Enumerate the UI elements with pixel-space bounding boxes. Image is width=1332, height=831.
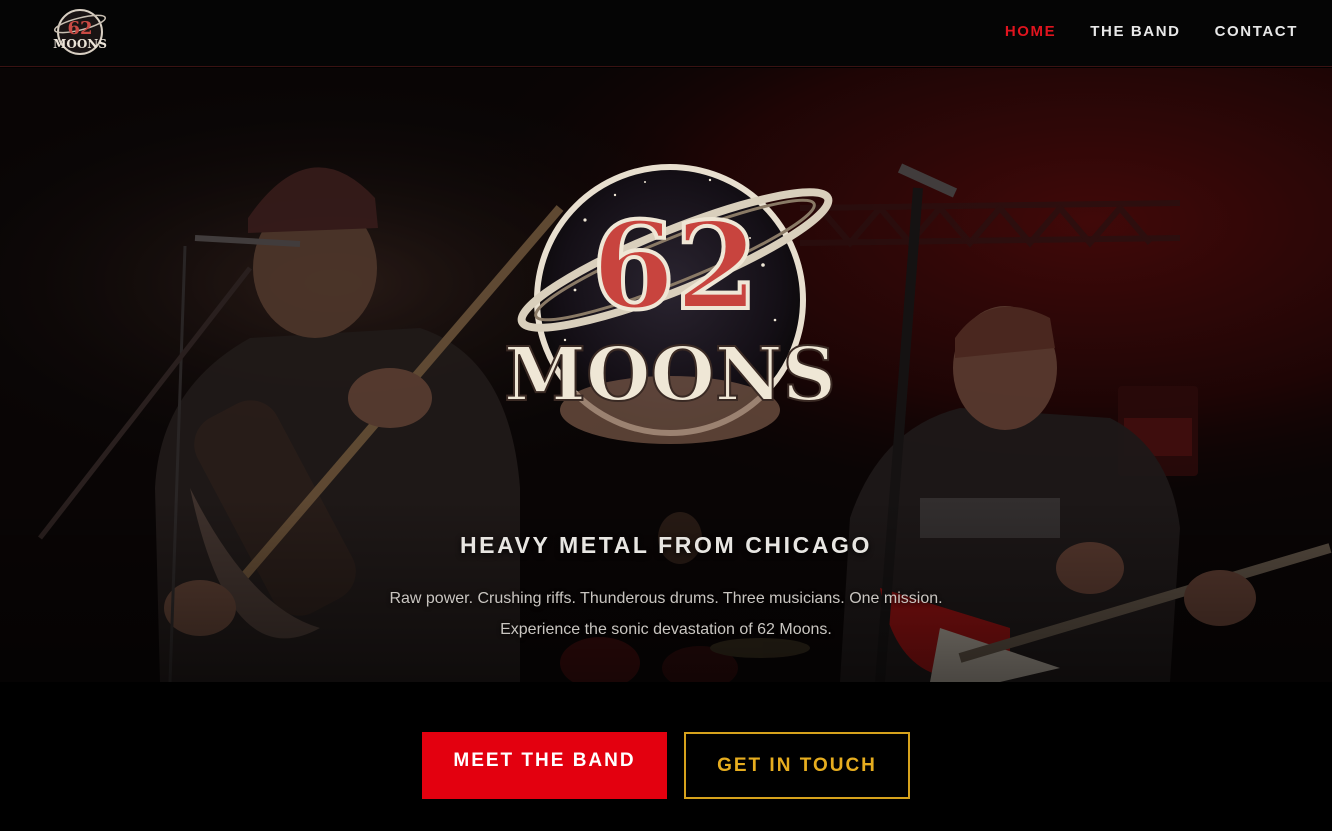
nav-home[interactable]: HOME: [1005, 23, 1056, 40]
hero-section: 62 MOONS HEAVY METAL FROM CHICAGO Raw po…: [0, 68, 1332, 682]
cta-section: MEET THE BAND GET IN TOUCH: [0, 682, 1332, 831]
get-in-touch-button[interactable]: GET IN TOUCH: [684, 732, 910, 799]
top-navbar: 62 MOONS HOME THE BAND CONTACT: [0, 0, 1332, 67]
hero-description: Raw power. Crushing riffs. Thunderous dr…: [0, 583, 1332, 645]
nav-the-band[interactable]: THE BAND: [1090, 23, 1180, 40]
meet-the-band-button[interactable]: MEET THE BAND: [422, 732, 667, 799]
nav-contact[interactable]: CONTACT: [1215, 23, 1298, 40]
logo-number: 62: [67, 18, 92, 39]
site-logo[interactable]: 62 MOONS: [52, 6, 108, 58]
logo-icon: 62 MOONS: [53, 9, 107, 55]
hero-description-line-1: Raw power. Crushing riffs. Thunderous dr…: [389, 590, 943, 607]
hero-tagline: HEAVY METAL FROM CHICAGO: [459, 532, 873, 558]
hero-logo-icon: 62 MOONS: [505, 164, 835, 444]
hero-logo-word: MOONS: [505, 332, 835, 418]
logo-word: MOONS: [53, 37, 107, 51]
hero-logo-number: 62: [592, 196, 759, 337]
hero-description-line-2: Experience the sonic devastation of 62 M…: [500, 621, 832, 638]
main-nav: HOME THE BAND CONTACT: [1005, 0, 1298, 62]
